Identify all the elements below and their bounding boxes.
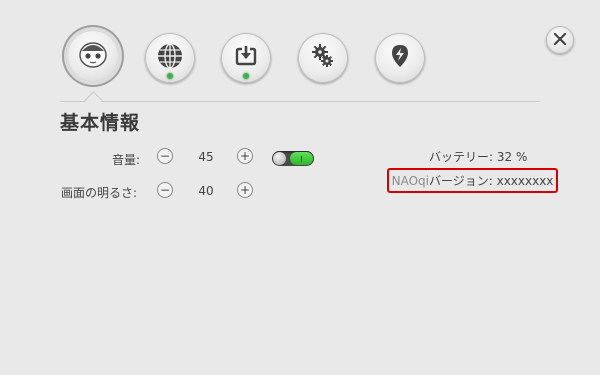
brightness-value: 40	[198, 184, 214, 198]
toggle-on-indicator	[290, 152, 313, 165]
volume-label: 音量:	[112, 153, 141, 167]
globe-icon	[155, 41, 185, 75]
section-divider	[60, 101, 540, 102]
download-icon	[231, 41, 261, 75]
toggle-knob	[273, 152, 286, 165]
close-icon	[553, 31, 567, 50]
nav-settings-button[interactable]	[298, 33, 348, 83]
version-highlight-box: NAOqi バージョン: xxxxxxxx	[387, 168, 558, 193]
brightness-decrease-button[interactable]: −	[157, 182, 173, 198]
version-label: バージョン: xxxxxxxx	[428, 174, 554, 188]
nav-power-button[interactable]	[375, 33, 425, 83]
robot-face-icon	[76, 37, 110, 75]
location-bolt-icon	[386, 42, 414, 74]
volume-decrease-button[interactable]: −	[157, 148, 173, 164]
volume-toggle[interactable]	[272, 151, 314, 166]
network-status-dot	[167, 73, 173, 79]
volume-increase-button[interactable]: +	[237, 148, 253, 164]
gears-icon	[308, 41, 338, 75]
brightness-increase-button[interactable]: +	[237, 182, 253, 198]
update-status-dot	[243, 73, 249, 79]
version-prefix: NAOqi	[391, 173, 429, 188]
active-tab-pointer	[84, 91, 103, 110]
battery-status: バッテリー: 32 %	[429, 150, 528, 164]
volume-value: 45	[198, 150, 214, 164]
brightness-label: 画面の明るさ:	[61, 186, 138, 200]
nav-robot-button[interactable]	[68, 31, 118, 81]
section-title: 基本情報	[60, 112, 141, 134]
settings-screen: 基本情報 音量: − 45 + 画面の明るさ: − 40 + バッテリー: 32…	[0, 0, 600, 375]
close-button[interactable]	[546, 26, 574, 54]
